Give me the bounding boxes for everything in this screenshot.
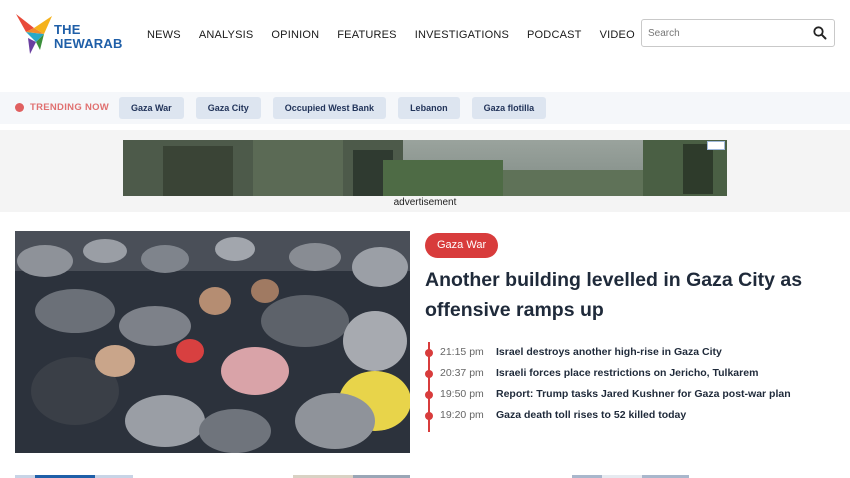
ad-banner[interactable] <box>123 140 727 196</box>
trending-tag-occupied-west-bank[interactable]: Occupied West Bank <box>272 97 387 119</box>
timeline-dot-icon <box>425 391 433 399</box>
nav-news[interactable]: NEWS <box>147 29 181 41</box>
logo-line-1: THE <box>54 22 81 37</box>
live-update-time: 19:50 pm <box>440 388 484 400</box>
trending-tag-gaza-flotilla[interactable]: Gaza flotilla <box>471 97 547 119</box>
live-update-item[interactable]: 19:20 pm Gaza death toll rises to 52 kil… <box>425 405 845 426</box>
trending-tags: Gaza War Gaza City Occupied West Bank Le… <box>119 97 558 119</box>
nav-investigations[interactable]: INVESTIGATIONS <box>415 29 509 41</box>
trending-tag-gaza-city[interactable]: Gaza City <box>195 97 261 119</box>
nav-podcast[interactable]: PODCAST <box>527 29 582 41</box>
live-update-time: 21:15 pm <box>440 346 484 358</box>
live-update-item[interactable]: 20:37 pm Israeli forces place restrictio… <box>425 363 845 384</box>
nav-video[interactable]: VIDEO <box>600 29 635 41</box>
timeline-dot-icon <box>425 412 433 420</box>
live-update-text[interactable]: Israeli forces place restrictions on Jer… <box>496 367 758 379</box>
live-updates-list: 21:15 pm Israel destroys another high-ri… <box>425 342 845 432</box>
timeline-dot-icon <box>425 370 433 378</box>
trending-tag-gaza-war[interactable]: Gaza War <box>119 97 184 119</box>
logo-line-2: NEWARAB <box>54 36 123 51</box>
logo-wordmark: THE NEWARAB <box>54 23 123 51</box>
search-icon[interactable] <box>812 25 828 41</box>
story-thumbnail-3[interactable] <box>572 472 689 478</box>
ad-choices-icon[interactable] <box>707 141 725 150</box>
live-update-item[interactable]: 21:15 pm Israel destroys another high-ri… <box>425 342 845 363</box>
live-update-text[interactable]: Gaza death toll rises to 52 killed today <box>496 409 686 421</box>
trending-tag-lebanon[interactable]: Lebanon <box>398 97 460 119</box>
timeline-dot-icon <box>425 349 433 357</box>
ad-banner-image <box>123 140 727 196</box>
live-update-time: 20:37 pm <box>440 367 484 379</box>
site-header: THE NEWARAB NEWS ANALYSIS OPINION FEATUR… <box>0 0 850 88</box>
live-update-time: 19:20 pm <box>440 409 484 421</box>
search-input[interactable] <box>648 24 808 42</box>
trending-bar: TRENDING NOW Gaza War Gaza City Occupied… <box>0 92 850 124</box>
ad-section: advertisement <box>0 130 850 212</box>
site-logo[interactable]: THE NEWARAB <box>14 12 126 56</box>
story-thumbnail-2[interactable] <box>293 472 410 478</box>
main-story-image[interactable] <box>15 231 410 453</box>
hummingbird-logo-icon <box>16 14 52 54</box>
main-nav: NEWS ANALYSIS OPINION FEATURES INVESTIGA… <box>147 29 653 41</box>
search-box <box>641 19 835 47</box>
trending-label: TRENDING NOW <box>30 102 110 113</box>
live-update-text[interactable]: Report: Trump tasks Jared Kushner for Ga… <box>496 388 791 400</box>
red-dot-icon <box>15 103 24 112</box>
nav-analysis[interactable]: ANALYSIS <box>199 29 254 41</box>
story-thumbnail-1[interactable] <box>15 472 133 478</box>
main-story-headline[interactable]: Another building levelled in Gaza City a… <box>425 265 825 325</box>
live-update-text[interactable]: Israel destroys another high-rise in Gaz… <box>496 346 722 358</box>
main-story-photo <box>15 231 410 453</box>
nav-opinion[interactable]: OPINION <box>271 29 319 41</box>
ad-label: advertisement <box>393 197 457 208</box>
nav-features[interactable]: FEATURES <box>337 29 396 41</box>
category-badge[interactable]: Gaza War <box>425 233 499 258</box>
live-update-item[interactable]: 19:50 pm Report: Trump tasks Jared Kushn… <box>425 384 845 405</box>
